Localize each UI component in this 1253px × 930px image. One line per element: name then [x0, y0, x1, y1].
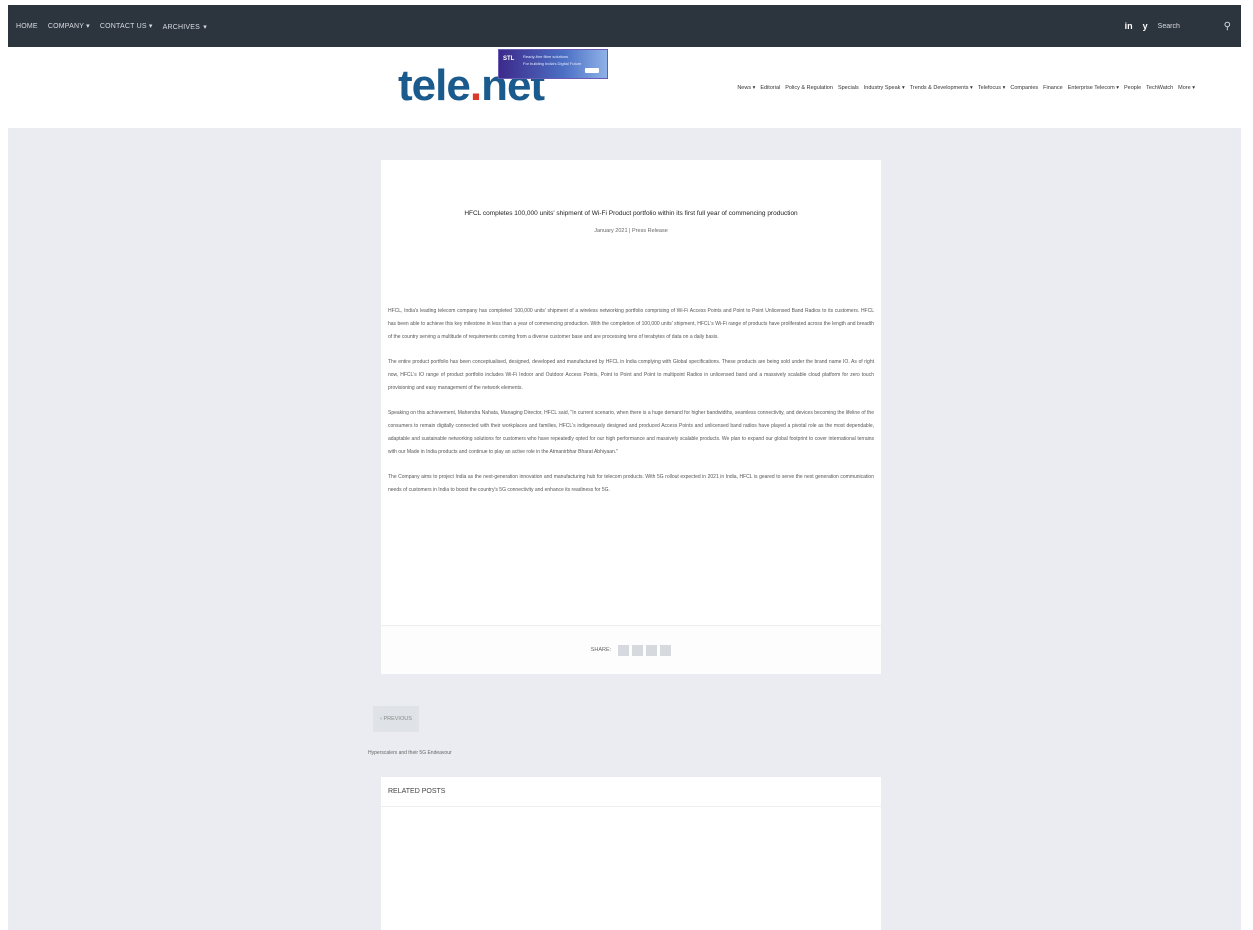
- nav-industry-speak[interactable]: Industry Speak ▾: [864, 85, 905, 91]
- search-icon[interactable]: ⚲: [1224, 21, 1231, 32]
- content-area: HFCL completes 100,000 units' shipment o…: [8, 128, 1241, 930]
- twitter-icon[interactable]: y: [1143, 21, 1148, 31]
- banner-brand: STL: [503, 56, 515, 62]
- nav-more[interactable]: More ▾: [1178, 85, 1195, 91]
- article-title: HFCL completes 100,000 units' shipment o…: [464, 210, 798, 217]
- main-nav: News ▾ Editorial Policy & Regulation Spe…: [737, 85, 1195, 91]
- article-paragraph: The entire product portfolio has been co…: [388, 359, 874, 391]
- linkedin-icon[interactable]: in: [1125, 21, 1133, 31]
- nav-people[interactable]: People: [1124, 85, 1141, 91]
- chevron-down-icon: ▾: [148, 23, 153, 30]
- share-label: SHARE:: [590, 647, 612, 653]
- article-paragraph: Speaking on this achievement, Mahendra N…: [388, 410, 874, 455]
- nav-techwatch[interactable]: TechWatch: [1146, 85, 1173, 91]
- top-nav-contact-label: CONTACT US: [99, 23, 147, 30]
- article-meta: January 2021 | Press Release: [594, 228, 668, 234]
- nav-telefocus[interactable]: Telefocus ▾: [978, 85, 1006, 91]
- nav-companies[interactable]: Companies: [1010, 85, 1038, 91]
- banner-cta: [585, 68, 599, 73]
- linkedin-share-icon[interactable]: [646, 644, 658, 656]
- nav-news[interactable]: News ▾: [737, 85, 755, 91]
- top-nav-home[interactable]: HOME: [16, 23, 38, 30]
- chevron-down-icon: ▾: [203, 24, 207, 31]
- top-nav-company[interactable]: COMPANY ▾: [48, 22, 90, 30]
- related-posts-heading: RELATED POSTS: [381, 777, 881, 807]
- nav-enterprise[interactable]: Enterprise Telecom ▾: [1068, 85, 1119, 91]
- site-header: tele.net STL Ready-fine fibre solutions …: [8, 47, 1241, 128]
- chevron-down-icon: ▾: [86, 23, 90, 30]
- email-share-icon[interactable]: [660, 644, 672, 656]
- top-nav: HOME COMPANY ▾ CONTACT US ▾ ARCHIVES ▾: [16, 5, 207, 47]
- top-bar: HOME COMPANY ▾ CONTACT US ▾ ARCHIVES ▾ i…: [8, 5, 1241, 47]
- top-right: in y ⚲: [1125, 5, 1231, 47]
- top-nav-archives[interactable]: ARCHIVES ▾: [163, 20, 207, 32]
- article-paragraph: The Company aims to project India as the…: [388, 474, 874, 493]
- twitter-share-icon[interactable]: [632, 644, 644, 656]
- ad-banner[interactable]: STL Ready-fine fibre solutions For build…: [498, 49, 608, 79]
- article-body: HFCL, India's leading telecom company ha…: [388, 305, 874, 509]
- nav-specials[interactable]: Specials: [838, 85, 859, 91]
- top-nav-company-label: COMPANY: [47, 23, 84, 30]
- related-posts: RELATED POSTS: [381, 777, 881, 930]
- banner-line2: For building India's Digital Future: [523, 61, 582, 66]
- nav-policy[interactable]: Policy & Regulation: [785, 85, 833, 91]
- top-nav-contact[interactable]: CONTACT US ▾: [100, 22, 153, 30]
- share-bar: SHARE:: [381, 625, 881, 674]
- article-card: HFCL completes 100,000 units' shipment o…: [381, 160, 881, 674]
- banner-line1: Ready-fine fibre solutions: [523, 54, 569, 59]
- logo-dot: .: [469, 61, 482, 110]
- previous-post-link[interactable]: Hyperscalers and their 5G Endeavour: [368, 750, 452, 756]
- facebook-share-icon[interactable]: [618, 644, 630, 656]
- article-paragraph: HFCL, India's leading telecom company ha…: [388, 308, 874, 340]
- search-input[interactable]: [1157, 19, 1214, 33]
- nav-finance[interactable]: Finance: [1043, 85, 1063, 91]
- top-nav-archives-label: ARCHIVES: [162, 24, 200, 31]
- nav-editorial[interactable]: Editorial: [760, 85, 780, 91]
- nav-trends[interactable]: Trends & Developments ▾: [910, 85, 973, 91]
- logo-tele: tele: [398, 61, 471, 110]
- previous-button[interactable]: ‹ PREVIOUS: [373, 706, 419, 732]
